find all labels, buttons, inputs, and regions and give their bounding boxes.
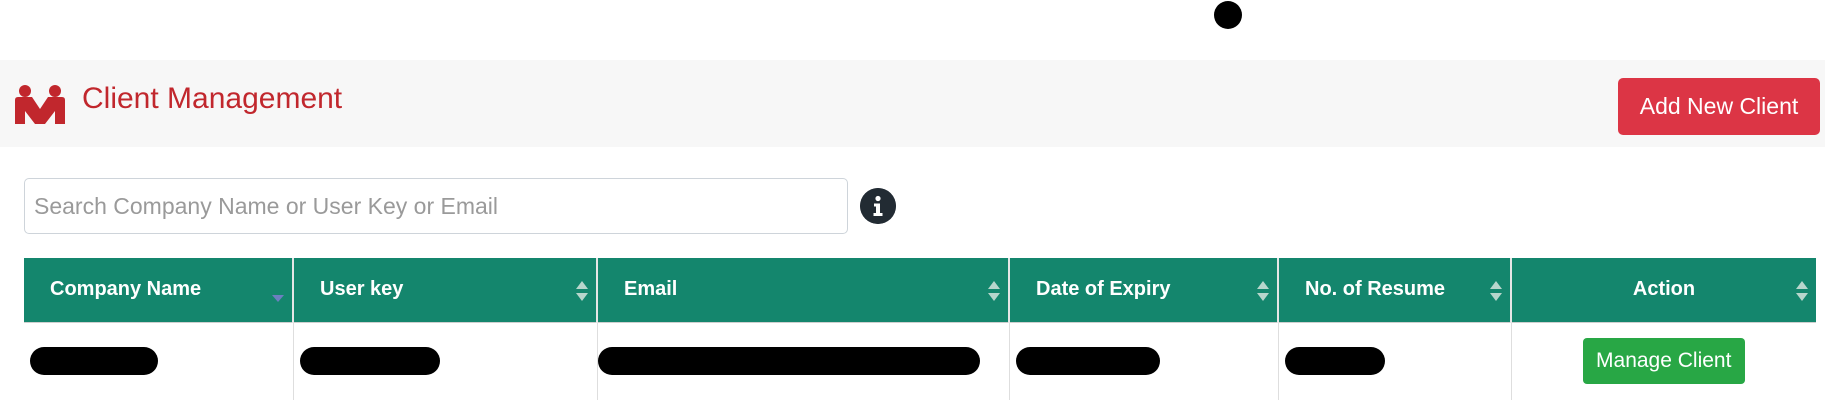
redacted-block <box>30 347 158 376</box>
column-header-user-key[interactable]: User key <box>293 258 598 322</box>
sort-arrows-icon[interactable] <box>988 279 1000 303</box>
column-header-date-of-expiry[interactable]: Date of Expiry <box>1009 258 1279 322</box>
user-key-cell <box>293 321 598 400</box>
table-row: Manage Client <box>24 321 1816 400</box>
action-cell: Manage Client <box>1511 321 1816 400</box>
column-header-label: Action <box>1632 278 1696 301</box>
top-strip <box>0 0 1825 60</box>
client-table: Company Name User key Email Date of Expi… <box>24 258 1816 400</box>
redacted-block <box>1015 347 1160 376</box>
search-field <box>24 178 848 234</box>
date-of-expiry-cell <box>1009 321 1279 400</box>
column-header-label: User key <box>320 278 404 301</box>
column-header-company-name[interactable]: Company Name <box>24 258 294 322</box>
table-header-row: Company Name User key Email Date of Expi… <box>24 258 1816 322</box>
redacted-block <box>597 347 980 376</box>
column-header-action[interactable]: Action <box>1511 258 1816 322</box>
sort-arrows-icon[interactable] <box>1257 279 1269 303</box>
search-input[interactable] <box>25 179 847 233</box>
column-header-label: Email <box>624 278 678 301</box>
redacted-block <box>1284 347 1385 376</box>
column-header-email[interactable]: Email <box>597 258 1010 322</box>
column-header-label: Company Name <box>50 278 202 301</box>
page-title: Client Management <box>82 82 343 115</box>
people-icon <box>15 85 65 124</box>
sort-arrows-icon[interactable] <box>1796 279 1808 303</box>
sort-arrows-icon[interactable] <box>1490 279 1502 303</box>
sort-arrows-icon[interactable] <box>576 279 588 303</box>
manage-client-button[interactable]: Manage Client <box>1582 338 1745 385</box>
column-header-label: No. of Resume <box>1305 278 1446 301</box>
info-icon[interactable] <box>860 188 896 224</box>
column-header-label: Date of Expiry <box>1036 278 1171 301</box>
email-cell <box>597 321 1010 400</box>
column-header-no-of-resume[interactable]: No. of Resume <box>1278 258 1512 322</box>
add-new-client-button[interactable]: Add New Client <box>1618 78 1820 135</box>
no-of-resume-cell <box>1278 321 1512 400</box>
sort-descending-icon[interactable] <box>272 279 284 303</box>
redacted-block <box>299 347 440 376</box>
company-name-cell <box>24 321 294 400</box>
cursor-dot <box>1214 1 1242 29</box>
